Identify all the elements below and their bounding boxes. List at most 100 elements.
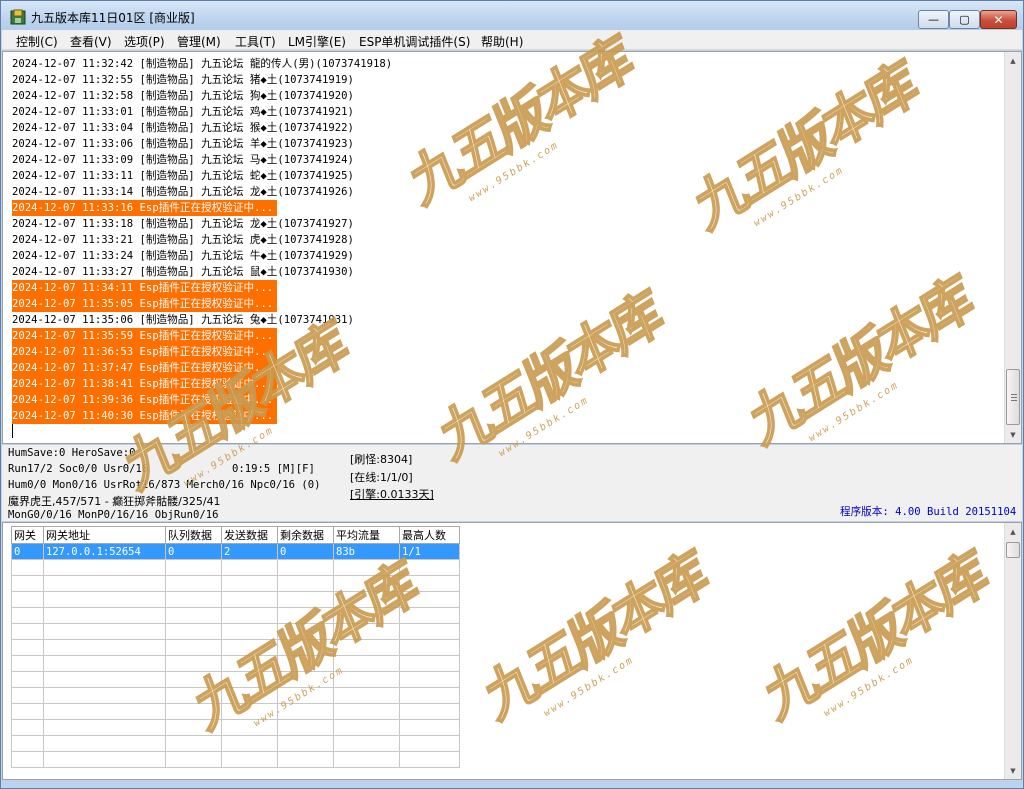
- menu-esp-plugin[interactable]: ESP单机调试插件(S): [359, 33, 470, 50]
- table-cell: [165, 575, 222, 592]
- minimize-icon: —: [928, 13, 939, 26]
- log-panel[interactable]: 2024-12-07 11:32:42 [制造物品] 九五论坛 龍的传人(男)(…: [2, 51, 1022, 444]
- table-row-empty[interactable]: [11, 591, 460, 608]
- status-panel: HumSave:0 HeroSave:0 Run17/2 Soc0/0 Usr0…: [2, 445, 1022, 521]
- table-row-empty[interactable]: [11, 751, 460, 768]
- log-lines: 2024-12-07 11:32:42 [制造物品] 九五论坛 龍的传人(男)(…: [12, 56, 392, 424]
- table-cell: 2: [221, 543, 278, 560]
- log-line-warning: 2024-12-07 11:35:59 Esp插件正在授权验证中...: [12, 328, 277, 344]
- table-cell: [277, 591, 334, 608]
- hum-save-status: HumSave:0 HeroSave:0: [8, 447, 136, 459]
- log-line-warning: 2024-12-07 11:37:47 Esp插件正在授权验证中...: [12, 360, 277, 376]
- table-cell: [277, 671, 334, 688]
- table-cell: [399, 719, 460, 736]
- table-cell: 127.0.0.1:52654: [43, 543, 166, 560]
- log-line-warning: 2024-12-07 11:39:36 Esp插件正在授权验证中...: [12, 392, 277, 408]
- scroll-up-icon[interactable]: ▲: [1005, 52, 1021, 69]
- table-row-empty[interactable]: [11, 655, 460, 672]
- close-button[interactable]: ✕: [980, 10, 1017, 29]
- table-cell: [221, 575, 278, 592]
- col-avg-traffic[interactable]: 平均流量: [333, 526, 400, 544]
- scroll-down-icon[interactable]: ▼: [1005, 426, 1021, 443]
- table-cell: [165, 623, 222, 640]
- table-row-empty[interactable]: [11, 575, 460, 592]
- table-cell: [277, 639, 334, 656]
- table-cell: [399, 559, 460, 576]
- table-cell: 83b: [333, 543, 400, 560]
- log-scrollbar[interactable]: ▲ ▼: [1004, 52, 1021, 443]
- menu-tools[interactable]: 工具(T): [235, 33, 276, 50]
- version-label: 程序版本: 4.00 Build 20151104: [840, 506, 1017, 518]
- table-cell: [277, 703, 334, 720]
- title-bar[interactable]: 九五版本库11日01区 [商业版] — ▢ ✕: [1, 1, 1023, 30]
- menu-manage[interactable]: 管理(M): [177, 33, 221, 50]
- col-gateway-address[interactable]: 网关地址: [43, 526, 166, 544]
- table-cell: [399, 751, 460, 768]
- col-max-players[interactable]: 最高人数: [399, 526, 460, 544]
- table-cell: [43, 655, 166, 672]
- log-line: 2024-12-07 11:33:21 [制造物品] 九五论坛 虎◆土(1073…: [12, 234, 354, 246]
- boss-status: 魔界虎王,457/571 - 癫狂掷斧骷髅/325/41: [8, 495, 221, 508]
- online-status: [在线:1/1/0]: [350, 471, 413, 484]
- menu-options[interactable]: 选项(P): [124, 33, 165, 50]
- menu-lm-engine[interactable]: LM引擎(E): [288, 33, 346, 50]
- table-cell: [221, 719, 278, 736]
- gateway-table-panel: 网关 网关地址 队列数据 发送数据 剩余数据 平均流量 最高人数 0 127.0.…: [2, 522, 1022, 780]
- uptime-status: 0:19:5 [M][F]: [232, 463, 315, 475]
- table-cell: [399, 575, 460, 592]
- table-cell: [11, 575, 44, 592]
- log-line: 2024-12-07 11:33:27 [制造物品] 九五论坛 鼠◆土(1073…: [12, 266, 354, 278]
- log-scroll-thumb[interactable]: [1006, 369, 1020, 425]
- table-cell: [43, 751, 166, 768]
- menu-control[interactable]: 控制(C): [16, 33, 58, 50]
- table-cell: 1/1: [399, 543, 460, 560]
- col-gateway[interactable]: 网关: [11, 526, 44, 544]
- table-row-empty[interactable]: [11, 735, 460, 752]
- minimize-button[interactable]: —: [918, 10, 949, 29]
- log-line: 2024-12-07 11:33:01 [制造物品] 九五论坛 鸡◆土(1073…: [12, 106, 354, 118]
- table-scroll-thumb[interactable]: [1006, 542, 1020, 558]
- table-row-empty[interactable]: [11, 687, 460, 704]
- table-row-empty[interactable]: [11, 639, 460, 656]
- log-line-warning: 2024-12-07 11:40:30 Esp插件正在授权验证中...: [12, 408, 277, 424]
- table-cell: [333, 591, 400, 608]
- table-cell: [165, 751, 222, 768]
- log-line: 2024-12-07 11:33:18 [制造物品] 九五论坛 龙◆土(1073…: [12, 218, 354, 230]
- table-scroll-down-icon[interactable]: ▼: [1005, 762, 1021, 779]
- log-line: 2024-12-07 11:32:55 [制造物品] 九五论坛 猪◆土(1073…: [12, 74, 354, 86]
- table-cell: [399, 735, 460, 752]
- maximize-icon: ▢: [959, 13, 970, 26]
- menu-help[interactable]: 帮助(H): [481, 33, 523, 50]
- table-cell: [11, 623, 44, 640]
- table-scroll-up-icon[interactable]: ▲: [1005, 523, 1021, 540]
- table-row-empty[interactable]: [11, 719, 460, 736]
- table-cell: [399, 591, 460, 608]
- log-line-warning: 2024-12-07 11:33:16 Esp插件正在授权验证中...: [12, 200, 277, 216]
- table-cell: [399, 687, 460, 704]
- table-row-empty[interactable]: [11, 623, 460, 640]
- table-cell: [11, 719, 44, 736]
- table-row-empty[interactable]: [11, 671, 460, 688]
- col-sent-data[interactable]: 发送数据: [221, 526, 278, 544]
- table-cell: [221, 655, 278, 672]
- table-cell: [277, 559, 334, 576]
- menu-view[interactable]: 查看(V): [70, 33, 112, 50]
- table-cell: 0: [277, 543, 334, 560]
- col-queue-data[interactable]: 队列数据: [165, 526, 222, 544]
- table-row-empty[interactable]: [11, 607, 460, 624]
- table-cell: [333, 735, 400, 752]
- table-cell: [333, 703, 400, 720]
- main-window: 九五版本库11日01区 [商业版] — ▢ ✕ 控制(C) 查看(V) 选项(P…: [0, 0, 1024, 789]
- table-row-empty[interactable]: [11, 703, 460, 720]
- table-cell: [11, 559, 44, 576]
- table-row[interactable]: 0 127.0.0.1:52654 0 2 0 83b 1/1: [11, 543, 460, 560]
- table-scrollbar[interactable]: ▲ ▼: [1004, 523, 1021, 779]
- col-remaining-data[interactable]: 剩余数据: [277, 526, 334, 544]
- table-cell: [399, 639, 460, 656]
- table-row-empty[interactable]: [11, 559, 460, 576]
- maximize-button[interactable]: ▢: [949, 10, 980, 29]
- table-cell: [221, 591, 278, 608]
- table-cell: [277, 623, 334, 640]
- table-cell: [165, 639, 222, 656]
- log-line: 2024-12-07 11:33:14 [制造物品] 九五论坛 龙◆土(1073…: [12, 186, 354, 198]
